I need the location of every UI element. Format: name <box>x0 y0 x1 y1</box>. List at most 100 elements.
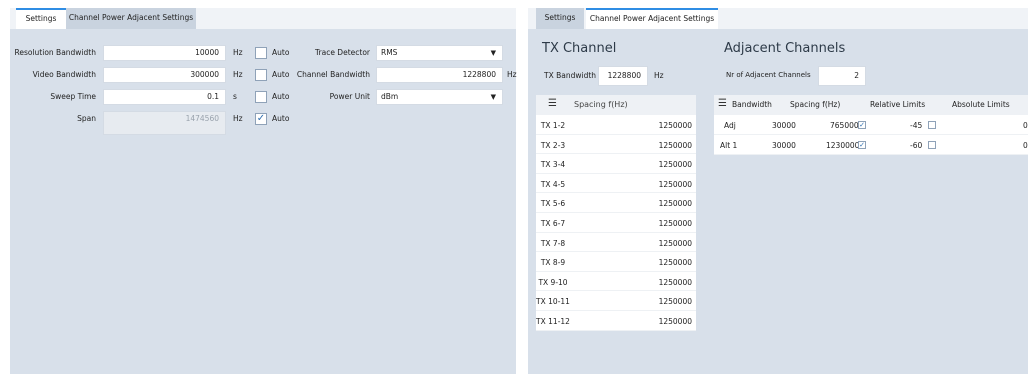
tx-table-header: ☰ Spacing f(Hz) <box>536 95 696 115</box>
adj-table-row[interactable]: Adj 30000 765000 ✓ -45 0 <box>714 115 1028 135</box>
tab-settings[interactable]: Settings <box>536 8 584 29</box>
tx-table-row[interactable]: TX 4-5 1250000 <box>536 174 696 194</box>
rbw-input[interactable]: 10000 <box>103 45 226 61</box>
adj-header-bandwidth: Bandwidth <box>732 100 772 109</box>
tab-channel-power-adjacent-settings[interactable]: Channel Power Adjacent Settings <box>586 8 718 29</box>
tx-row-name: TX 10-11 <box>536 297 570 307</box>
vbw-auto-label: Auto <box>272 70 290 79</box>
tab-channel-power-adjacent-settings[interactable]: Channel Power Adjacent Settings <box>66 8 196 29</box>
adj-row-relative: -45 <box>910 121 923 130</box>
tx-table-row[interactable]: TX 8-9 1250000 <box>536 252 696 272</box>
nr-adjacent-input[interactable]: 2 <box>818 66 866 86</box>
check-icon: ✓ <box>859 141 865 149</box>
adj-row-absolute: 0 <box>1023 141 1028 150</box>
rbw-label: Resolution Bandwidth <box>14 48 96 57</box>
tx-row-spacing: 1250000 <box>658 160 692 170</box>
vbw-unit: Hz <box>233 70 243 79</box>
adj-row-name: Adj <box>724 121 736 130</box>
power-unit-select[interactable]: dBm ▼ <box>376 89 503 105</box>
channel-bandwidth-unit: Hz <box>507 70 517 79</box>
adj-header-absolute: Absolute Limits <box>952 100 1010 109</box>
tx-bandwidth-label: TX Bandwidth <box>544 71 597 80</box>
dropdown-arrow-icon: ▼ <box>490 49 496 57</box>
sweep-time-unit: s <box>233 92 237 101</box>
vbw-input[interactable]: 300000 <box>103 67 226 83</box>
rbw-unit: Hz <box>233 48 243 57</box>
tx-row-name: TX 2-3 <box>540 140 566 150</box>
tx-table-row[interactable]: TX 11-12 1250000 <box>536 311 696 331</box>
tx-table-row[interactable]: TX 3-4 1250000 <box>536 154 696 174</box>
tx-spacing-table: ☰ Spacing f(Hz) TX 1-2 1250000 TX 2-3 12500… <box>536 95 696 331</box>
tx-table-rows: TX 1-2 1250000 TX 2-3 1250000 TX 3-4 1250000 T… <box>536 115 696 331</box>
tab-settings[interactable]: Settings <box>16 8 66 29</box>
tx-row-name: TX 6-7 <box>540 218 566 228</box>
tx-bandwidth-input[interactable]: 1228800 <box>598 66 648 86</box>
tx-table-row[interactable]: TX 9-10 1250000 <box>536 272 696 292</box>
list-icon[interactable]: ☰ <box>548 98 557 109</box>
trace-detector-value: RMS <box>381 48 398 57</box>
tx-row-name: TX 7-8 <box>540 238 566 248</box>
span-unit: Hz <box>233 114 243 123</box>
tx-table-row[interactable]: TX 7-8 1250000 <box>536 233 696 253</box>
tx-row-spacing: 1250000 <box>658 238 692 248</box>
sweep-time-input[interactable]: 0.1 <box>103 89 226 105</box>
span-auto-checkbox[interactable]: ✓ <box>255 113 267 125</box>
tx-table-row[interactable]: TX 1-2 1250000 <box>536 115 696 135</box>
span-label: Span <box>77 114 96 123</box>
channel-bandwidth-input[interactable]: 1228800 <box>376 67 503 83</box>
tx-row-spacing: 1250000 <box>658 140 692 150</box>
list-icon[interactable]: ☰ <box>718 98 727 109</box>
tab-bar: Settings Channel Power Adjacent Settings <box>10 8 516 29</box>
dropdown-arrow-icon: ▼ <box>490 93 496 101</box>
tx-row-name: TX 3-4 <box>540 160 566 170</box>
tx-row-spacing: 1250000 <box>658 277 692 287</box>
tx-row-spacing: 1250000 <box>658 297 692 307</box>
adj-row-absolute: 0 <box>1023 121 1028 130</box>
span-input: 1474560 <box>103 111 226 135</box>
tx-row-spacing: 1250000 <box>658 258 692 268</box>
adj-row-bandwidth: 30000 <box>772 121 796 130</box>
trace-detector-select[interactable]: RMS ▼ <box>376 45 503 61</box>
trace-detector-label: Trace Detector <box>315 48 370 57</box>
rbw-auto-checkbox[interactable] <box>255 47 267 59</box>
vbw-label: Video Bandwidth <box>32 70 96 79</box>
adjacent-channels-title: Adjacent Channels <box>724 41 846 56</box>
tx-row-name: TX 5-6 <box>540 199 566 209</box>
tx-row-name: TX 4-5 <box>540 179 566 189</box>
tx-table-row[interactable]: TX 5-6 1250000 <box>536 193 696 213</box>
tx-table-row[interactable]: TX 10-11 1250000 <box>536 291 696 311</box>
adj-table-row[interactable]: Alt 1 30000 1230000 ✓ -60 0 <box>714 135 1028 155</box>
adj-row-spacing: 765000 <box>830 121 859 130</box>
nr-adjacent-label: Nr of Adjacent Channels <box>726 71 811 79</box>
adj-row-relative: -60 <box>910 141 923 150</box>
tx-table-row[interactable]: TX 2-3 1250000 <box>536 135 696 155</box>
channel-bandwidth-label: Channel Bandwidth <box>296 70 370 79</box>
tx-row-spacing: 1250000 <box>658 218 692 228</box>
tx-row-spacing: 1250000 <box>658 316 692 326</box>
adj-table-header: ☰ Bandwidth Spacing f(Hz) Relative Limit… <box>714 95 1028 115</box>
tx-row-spacing: 1250000 <box>658 199 692 209</box>
tx-row-name: TX 9-10 <box>538 277 568 287</box>
relative-limit-checkbox[interactable]: ✓ <box>858 121 866 129</box>
tx-spacing-header: Spacing f(Hz) <box>574 100 628 109</box>
adj-header-relative: Relative Limits <box>870 100 926 109</box>
tx-row-name: TX 8-9 <box>540 258 566 268</box>
absolute-limit-checkbox[interactable] <box>928 141 936 149</box>
span-auto-label: Auto <box>272 114 290 123</box>
vbw-auto-checkbox[interactable] <box>255 69 267 81</box>
settings-panel-left: Settings Channel Power Adjacent Settings… <box>10 8 517 374</box>
sweep-time-label: Sweep Time <box>50 92 96 101</box>
adj-row-name: Alt 1 <box>720 141 738 150</box>
tab-bar: Settings Channel Power Adjacent Settings <box>528 8 1028 29</box>
tx-row-name: TX 1-2 <box>540 121 566 130</box>
adj-header-spacing: Spacing f(Hz) <box>790 100 841 109</box>
power-unit-value: dBm <box>381 92 399 101</box>
settings-panel-right: Settings Channel Power Adjacent Settings… <box>528 8 1028 374</box>
absolute-limit-checkbox[interactable] <box>928 121 936 129</box>
tx-table-row[interactable]: TX 6-7 1250000 <box>536 213 696 233</box>
sweep-time-auto-checkbox[interactable] <box>255 91 267 103</box>
check-icon: ✓ <box>256 113 266 124</box>
relative-limit-checkbox[interactable]: ✓ <box>858 141 866 149</box>
tx-row-spacing: 1250000 <box>658 121 692 130</box>
rbw-auto-label: Auto <box>272 48 290 57</box>
